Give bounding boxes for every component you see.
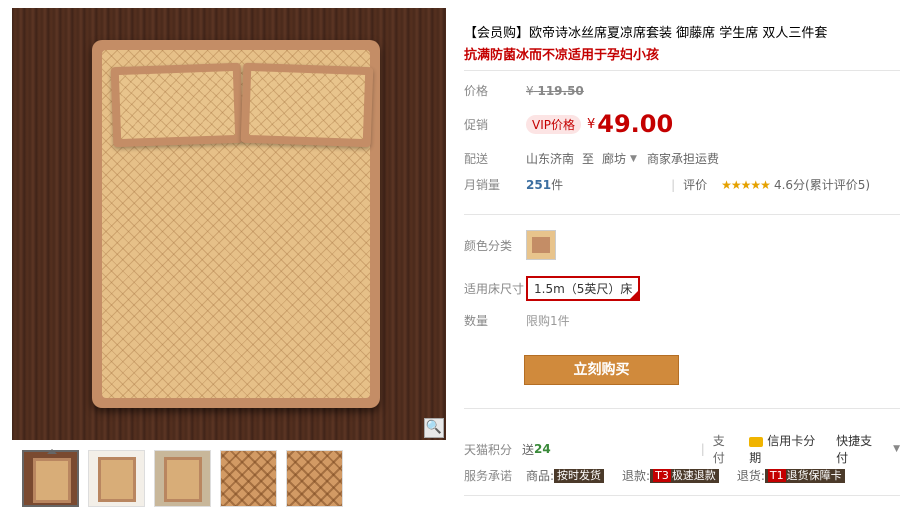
- quantity-row: 数量 限购1件: [464, 312, 570, 329]
- sale-price-row: 促销 VIP价格 ¥ 49.00: [464, 110, 673, 138]
- quantity-label: 数量: [464, 314, 489, 328]
- original-price-label: 价格: [464, 84, 489, 98]
- product-title: 【会员购】欧帝诗冰丝席夏凉席套装 御藤席 学生席 双人三件套: [464, 26, 828, 41]
- sales-row: 月销量 251 件 | 评价 ★★★★★ 4.6分(累计评价5): [464, 176, 871, 193]
- delivery-destination[interactable]: 廊坊: [602, 150, 626, 167]
- shipping-fee: 商家承担运费: [646, 152, 719, 166]
- credit-card-icon: [749, 436, 764, 447]
- service-row: 服务承诺 商品: 按时发货 退款: T3 极速退款 退货: T1 退货保障卡: [464, 467, 845, 484]
- color-row: 颜色分类: [464, 230, 556, 260]
- rating-label: 评价: [683, 178, 708, 192]
- size-label: 适用床尺寸: [464, 282, 525, 296]
- points-label: 天猫积分: [464, 442, 513, 457]
- magnifier-icon[interactable]: 🔍: [424, 418, 444, 438]
- vip-badge: VIP价格: [526, 114, 581, 134]
- size-row: 适用床尺寸 1.5m（5英尺）床: [464, 276, 641, 301]
- points-payment-row: 天猫积分 送 24 | 支付 信用卡分期 快捷支付 ▼: [464, 432, 900, 466]
- product-subtitle: 抗满防菌冰而不凉适用于孕妇小孩: [464, 48, 660, 63]
- chevron-down-icon[interactable]: ▼: [893, 444, 900, 454]
- sale-price: 49.00: [597, 110, 674, 138]
- on-time-shipping-tag[interactable]: 按时发货: [554, 468, 605, 483]
- rating-stars-icon: ★★★★★: [721, 177, 771, 192]
- points-amount: 24: [534, 442, 551, 456]
- main-product-image[interactable]: 🔍: [12, 8, 446, 440]
- monthly-sales-count: 251: [526, 177, 552, 192]
- monthly-sales-label: 月销量: [464, 178, 501, 192]
- color-label: 颜色分类: [464, 238, 513, 253]
- currency-symbol: ¥: [587, 116, 596, 132]
- pillow-left: [110, 62, 244, 148]
- original-price-row: 价格 ¥ 119.50: [464, 82, 584, 99]
- delivery-row: 配送 山东济南 至 廊坊 ▼ 商家承担运费: [464, 150, 719, 167]
- delivery-from: 山东济南: [526, 152, 575, 166]
- return-guarantee-tag[interactable]: T1 退货保障卡: [764, 468, 845, 483]
- original-price: ¥ 119.50: [526, 83, 584, 98]
- thumbnail-1[interactable]: [22, 449, 79, 507]
- buy-now-button[interactable]: 立刻购买: [524, 355, 679, 385]
- color-swatch[interactable]: [526, 230, 556, 260]
- thumbnail-strip: [22, 449, 343, 507]
- delivery-label: 配送: [464, 152, 489, 166]
- chevron-down-icon[interactable]: ▼: [630, 154, 637, 164]
- quantity-limit: 限购1件: [526, 314, 570, 328]
- thumbnail-2[interactable]: [88, 450, 145, 507]
- mat-image: [92, 40, 380, 408]
- thumbnail-5[interactable]: [286, 450, 343, 507]
- thumbnail-4[interactable]: [220, 450, 277, 507]
- payment-label: 支付: [712, 434, 725, 465]
- rating-text[interactable]: 4.6分(累计评价5): [774, 176, 870, 193]
- pillow-right: [240, 62, 374, 148]
- sale-price-label: 促销: [464, 117, 489, 132]
- size-option-selected[interactable]: 1.5m（5英尺）床: [526, 276, 641, 301]
- thumbnail-3[interactable]: [154, 450, 211, 507]
- fast-refund-tag[interactable]: T3 极速退款: [650, 468, 719, 483]
- quick-pay[interactable]: 快捷支付: [836, 432, 881, 466]
- service-label: 服务承诺: [464, 469, 513, 483]
